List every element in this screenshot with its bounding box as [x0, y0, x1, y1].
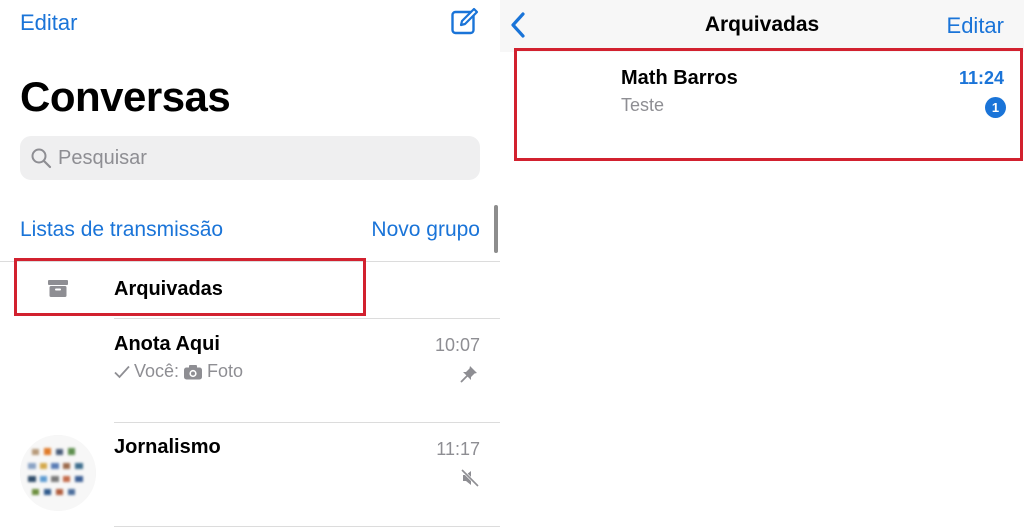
search-icon [31, 148, 52, 169]
chat-row-anota-aqui[interactable]: Anota Aqui 10:07 Você: Foto [0, 320, 500, 420]
edit-button[interactable]: Editar [947, 13, 1004, 39]
checkmark-icon [114, 365, 130, 378]
scrollbar[interactable] [494, 205, 498, 253]
chat-time: 11:17 [436, 439, 480, 459]
chat-time: 10:07 [434, 335, 480, 355]
highlight-box [514, 48, 1023, 161]
avatar [20, 435, 96, 511]
divider [114, 526, 500, 527]
highlight-box [14, 258, 366, 316]
chat-preview-text: Foto [207, 361, 244, 381]
archived-screen: Arquivadas Editar Math Barros 11:24 Test… [500, 0, 1024, 530]
chat-name: Anota Aqui [114, 333, 220, 355]
divider [114, 318, 500, 319]
nav-title: Arquivadas [704, 13, 820, 36]
chat-name: Jornalismo [114, 436, 221, 458]
camera-icon [184, 364, 203, 379]
chats-list-screen: Editar Conversas Listas de transmissão N… [0, 0, 500, 530]
broadcast-lists-link[interactable]: Listas de transmissão [20, 218, 223, 242]
pin-icon [460, 366, 477, 383]
chat-sender: Você: [134, 361, 180, 381]
new-group-link[interactable]: Novo grupo [371, 218, 480, 242]
muted-icon [460, 468, 480, 488]
search-bar[interactable] [20, 136, 480, 180]
page-title: Conversas [20, 73, 231, 120]
chat-row-jornalismo[interactable]: Jornalismo 11:17 [0, 424, 500, 524]
nav-bar: Arquivadas Editar [500, 0, 1024, 52]
divider [114, 422, 500, 423]
edit-button[interactable]: Editar [20, 10, 77, 36]
compose-icon[interactable] [450, 6, 480, 36]
search-input[interactable] [58, 136, 458, 180]
chat-preview: Você: Foto [114, 361, 243, 382]
